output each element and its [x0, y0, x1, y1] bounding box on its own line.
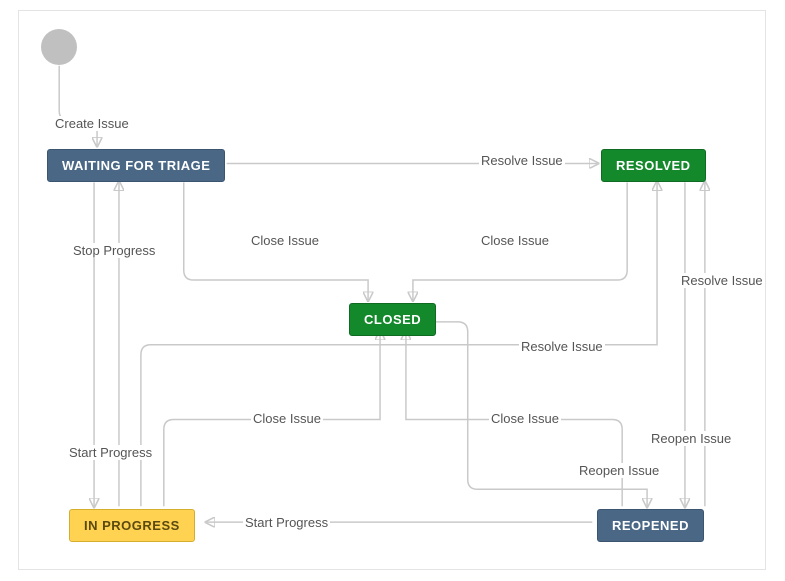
edge-close-issue-2: Close Issue — [479, 233, 551, 248]
diagram-frame: WAITING FOR TRIAGE RESOLVED CLOSED IN PR… — [18, 10, 766, 570]
edge-resolve-issue-1: Resolve Issue — [479, 153, 565, 168]
start-node — [41, 29, 77, 65]
state-resolved: RESOLVED — [601, 149, 706, 182]
edge-create-issue: Create Issue — [53, 116, 131, 131]
edge-resolve-issue-2: Resolve Issue — [679, 273, 765, 288]
edge-close-issue-1: Close Issue — [249, 233, 321, 248]
workflow-diagram: WAITING FOR TRIAGE RESOLVED CLOSED IN PR… — [0, 0, 785, 581]
edge-start-progress: Start Progress — [67, 445, 154, 460]
state-reopened: REOPENED — [597, 509, 704, 542]
edge-reopen-issue-2: Reopen Issue — [577, 463, 661, 478]
edge-resolve-issue-3: Resolve Issue — [519, 339, 605, 354]
edge-start-progress-2: Start Progress — [243, 515, 330, 530]
edge-stop-progress: Stop Progress — [71, 243, 157, 258]
state-in-progress: IN PROGRESS — [69, 509, 195, 542]
state-waiting-for-triage: WAITING FOR TRIAGE — [47, 149, 225, 182]
edge-close-issue-4: Close Issue — [489, 411, 561, 426]
state-closed: CLOSED — [349, 303, 436, 336]
edge-reopen-issue-1: Reopen Issue — [649, 431, 733, 446]
edges-layer — [19, 11, 765, 569]
edge-close-issue-3: Close Issue — [251, 411, 323, 426]
